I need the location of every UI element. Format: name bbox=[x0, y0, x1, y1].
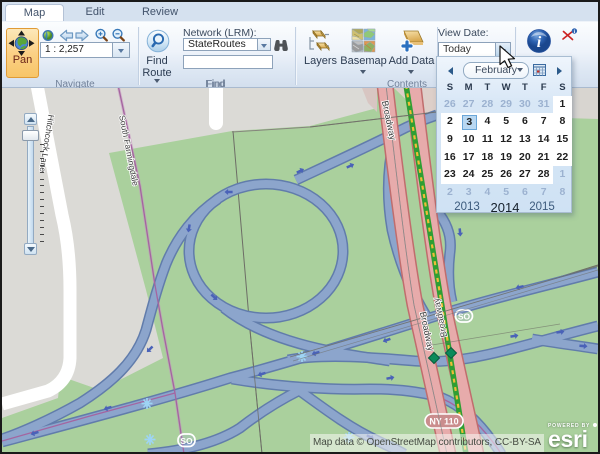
svg-text:NY 110: NY 110 bbox=[429, 417, 458, 427]
svg-text:SO: SO bbox=[180, 436, 193, 446]
svg-text:i: i bbox=[537, 34, 542, 51]
svg-text:SO: SO bbox=[458, 312, 471, 322]
